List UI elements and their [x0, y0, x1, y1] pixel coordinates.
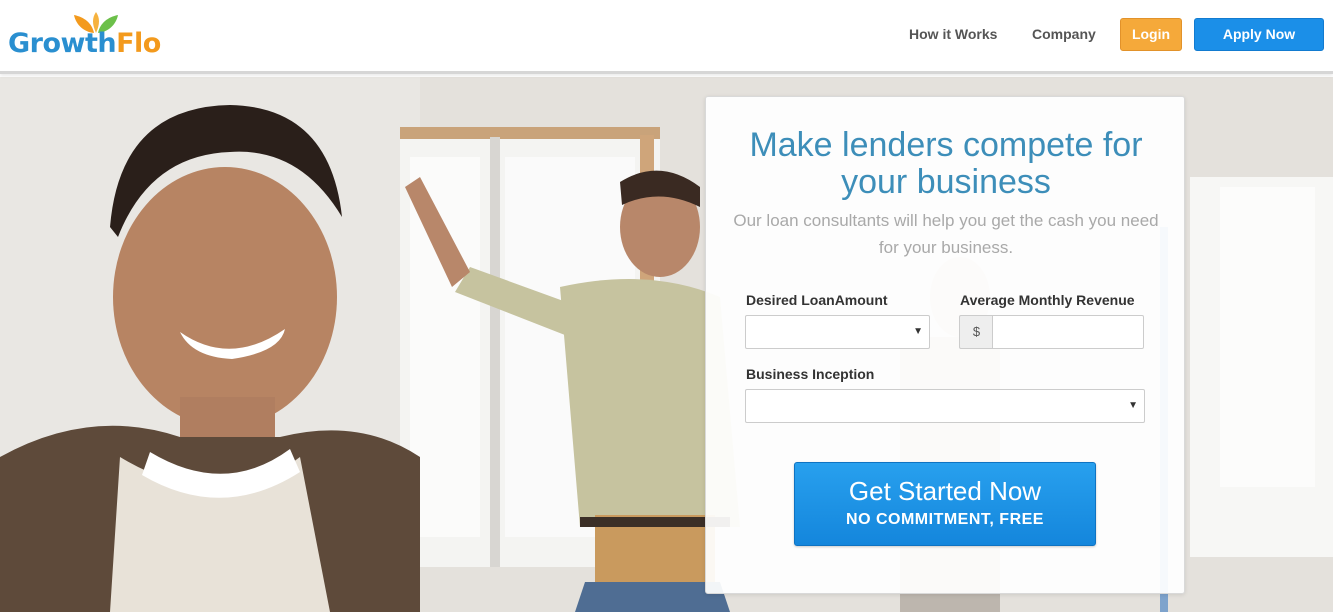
get-started-label: Get Started Now	[848, 476, 1042, 506]
dollar-prefix: $	[959, 315, 993, 349]
nav-company[interactable]: Company	[1032, 26, 1096, 42]
nav-how-it-works[interactable]: How it Works	[909, 26, 997, 42]
dropdown-caret-icon: ▼	[1128, 400, 1138, 411]
business-inception-label: Business Inception	[746, 366, 875, 382]
loan-amount-select[interactable]: ▼	[745, 315, 930, 349]
business-inception-select[interactable]: ▼	[745, 389, 1145, 423]
revenue-label: Average Monthly Revenue	[960, 292, 1135, 308]
logo-text-flo: Flo	[116, 28, 161, 59]
no-commitment-label: NO COMMITMENT, FREE	[846, 511, 1044, 528]
logo-text-growth: Growth	[8, 28, 117, 59]
revenue-input-group: $	[959, 315, 1144, 349]
site-header: GrowthFlo How it Works Company Login App…	[0, 0, 1333, 74]
get-started-button[interactable]: Get Started Now NO COMMITMENT, FREE	[794, 462, 1096, 546]
growthflo-logo[interactable]: GrowthFlo	[8, 12, 178, 62]
loan-form-card: Make lenders compete for your business O…	[705, 96, 1185, 594]
form-title: Make lenders compete for your business	[749, 126, 1143, 201]
login-button[interactable]: Login	[1120, 18, 1182, 51]
logo-text: GrowthFlo	[8, 28, 161, 59]
apply-now-button[interactable]: Apply Now	[1194, 18, 1324, 51]
loan-amount-label: Desired LoanAmount	[746, 292, 888, 308]
form-subtitle: Our loan consultants will help you get t…	[733, 211, 1159, 257]
dropdown-caret-icon: ▼	[913, 326, 923, 337]
revenue-input[interactable]	[992, 315, 1144, 349]
